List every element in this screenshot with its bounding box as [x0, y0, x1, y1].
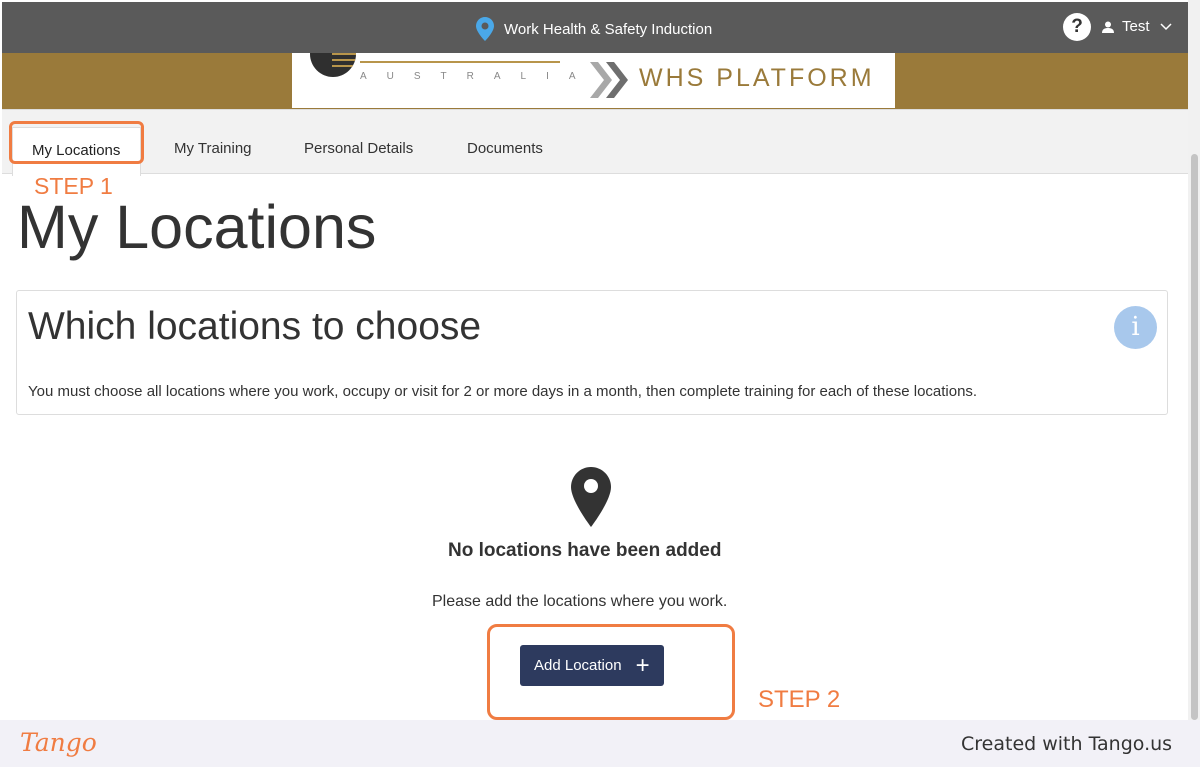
- info-title: Which locations to choose: [28, 305, 482, 348]
- scrollbar[interactable]: [1188, 0, 1200, 720]
- step2-label: STEP 2: [758, 686, 841, 713]
- tab-my-training[interactable]: My Training: [174, 140, 252, 157]
- tab-documents[interactable]: Documents: [467, 140, 543, 157]
- tango-footer: Tango Created with Tango.us: [0, 720, 1200, 767]
- location-pin-icon: [476, 17, 494, 41]
- user-menu[interactable]: Test: [1102, 18, 1172, 35]
- chevron-down-icon: [1159, 22, 1172, 30]
- tango-logo: Tango: [20, 728, 97, 757]
- page-title: My Locations: [17, 193, 377, 261]
- info-panel: Which locations to choose You must choos…: [16, 290, 1168, 415]
- platform-name: WHS PLATFORM: [639, 64, 875, 92]
- tab-personal-details[interactable]: Personal Details: [304, 140, 413, 157]
- app-title-text: Work Health & Safety Induction: [504, 20, 713, 38]
- info-text: You must choose all locations where you …: [28, 383, 978, 400]
- chevrons-icon: [590, 62, 628, 98]
- app-title: Work Health & Safety Induction: [476, 17, 712, 41]
- step1-highlight: [9, 121, 144, 164]
- brand-banner: AUSTRALIA WHS PLATFORM: [2, 53, 1188, 109]
- map-pin-icon: [571, 467, 611, 527]
- top-bar: Work Health & Safety Induction ? Test: [2, 2, 1188, 53]
- scrollbar-thumb[interactable]: [1191, 154, 1198, 720]
- step2-highlight: [487, 624, 735, 720]
- empty-state-text: Please add the locations where you work.: [432, 593, 728, 610]
- user-icon: [1102, 21, 1114, 33]
- empty-state-title: No locations have been added: [448, 540, 722, 561]
- help-icon[interactable]: ?: [1063, 13, 1091, 41]
- user-name: Test: [1122, 18, 1150, 35]
- brand-logo: AUSTRALIA WHS PLATFORM: [292, 53, 895, 108]
- info-icon[interactable]: i: [1114, 306, 1157, 349]
- logo-emblem: [310, 53, 356, 77]
- tab-bar: My Locations My Training Personal Detail…: [2, 109, 1188, 176]
- brand-line: AUSTRALIA: [360, 71, 596, 82]
- tango-credit: Created with Tango.us: [961, 733, 1173, 755]
